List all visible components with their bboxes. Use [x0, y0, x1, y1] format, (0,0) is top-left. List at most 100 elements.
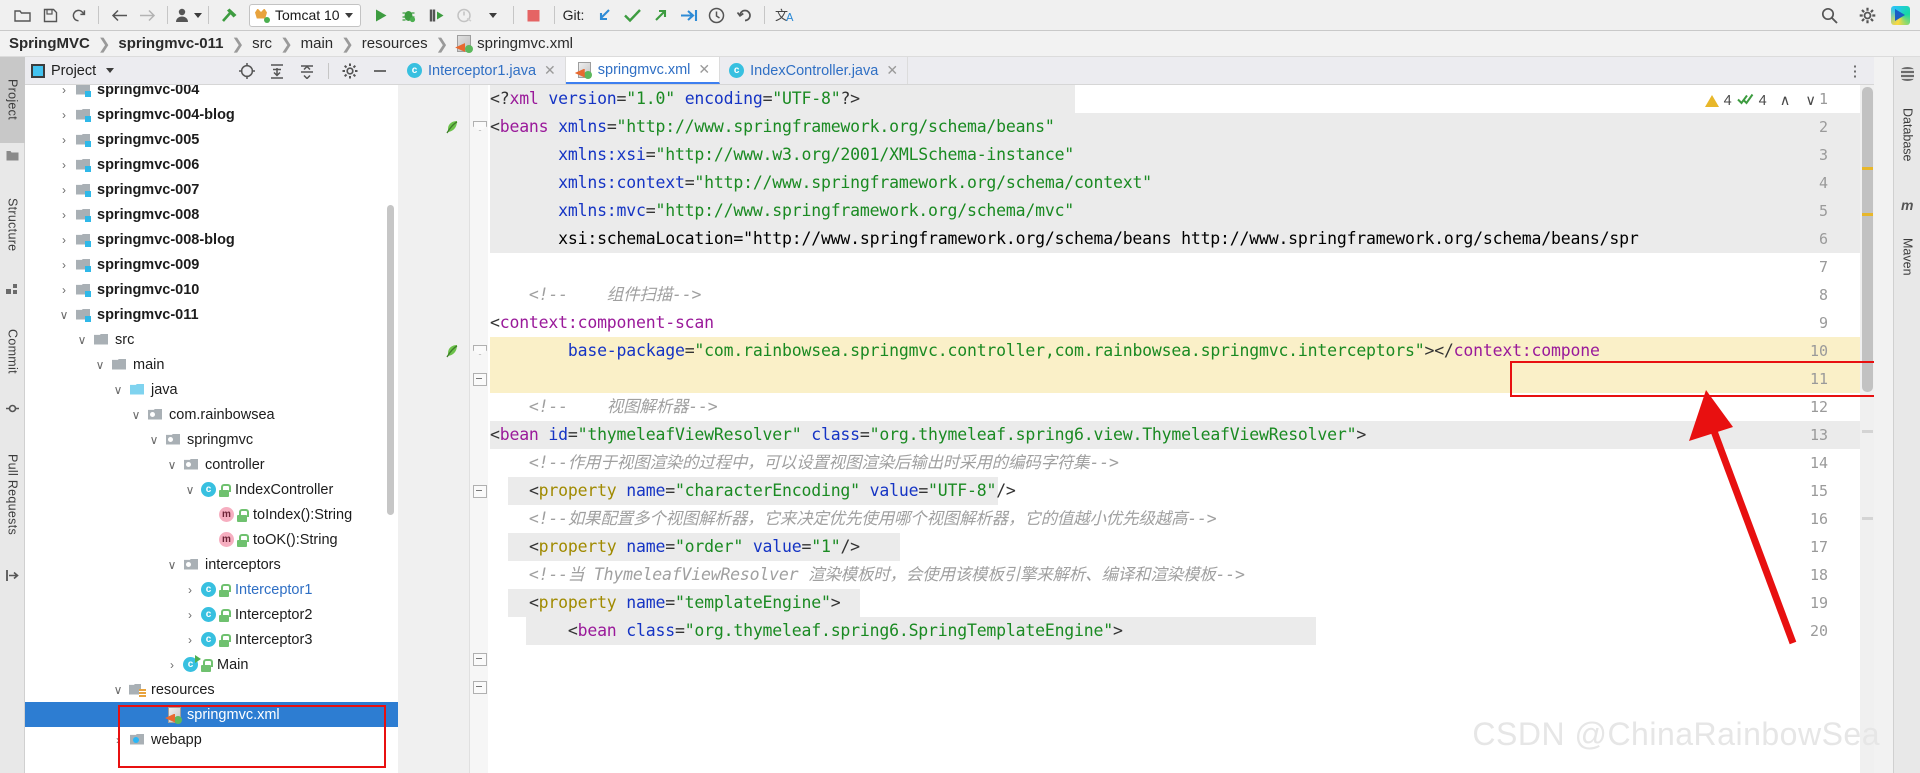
tree-twisty-icon[interactable]: › [111, 733, 125, 747]
close-icon[interactable]: ✕ [544, 62, 556, 79]
gear-icon[interactable] [1853, 3, 1881, 29]
fold-marker[interactable] [472, 372, 487, 386]
tree-item-springmvc-004[interactable]: › springmvc-004 [25, 85, 398, 102]
tree-twisty-icon[interactable]: › [57, 108, 71, 122]
prev-problem-icon[interactable]: ∧ [1780, 93, 1791, 109]
collapse-all-icon[interactable] [295, 60, 319, 82]
select-opened-file-icon[interactable] [235, 60, 259, 82]
open-folder-icon[interactable] [8, 2, 36, 28]
code-line[interactable]: <property name="characterEncoding" value… [490, 477, 1016, 505]
tree-item-interceptors[interactable]: ∨ interceptors [25, 552, 398, 577]
breadcrumb-item-main[interactable]: main [300, 35, 335, 52]
code-line[interactable]: <bean id="thymeleafViewResolver" class="… [490, 421, 1366, 449]
tree-item-resources[interactable]: ∨ resources [25, 677, 398, 702]
tree-twisty-icon[interactable]: › [183, 608, 197, 622]
push-icon[interactable] [646, 2, 674, 28]
back-arrow-icon[interactable] [105, 2, 133, 28]
rollback-icon[interactable] [730, 2, 758, 28]
tree-twisty-icon[interactable]: › [57, 258, 71, 272]
sidebar-item-pull-requests[interactable]: Pull Requests [0, 427, 25, 562]
sidebar-item-maven[interactable]: Maven [1894, 217, 1920, 297]
tree-scrollbar[interactable] [387, 205, 394, 515]
fold-marker[interactable] [472, 344, 486, 358]
forward-arrow-icon[interactable] [133, 2, 161, 28]
gear-icon[interactable] [338, 60, 362, 82]
tab-indexcontroller-java[interactable]: c IndexController.java ✕ [720, 57, 909, 84]
code-line[interactable]: xmlns:context="http://www.springframewor… [490, 169, 1152, 197]
tree-item-springmvc-010[interactable]: › springmvc-010 [25, 277, 398, 302]
sync-icon[interactable] [64, 2, 92, 28]
tree-item-interceptor3[interactable]: › c Interceptor3 [25, 627, 398, 652]
tree-item-springmvc-004-blog[interactable]: › springmvc-004-blog [25, 102, 398, 127]
tree-twisty-icon[interactable]: ∨ [57, 308, 71, 322]
tree-item-main[interactable]: ∨ main [25, 352, 398, 377]
rebase-icon[interactable] [674, 2, 702, 28]
tree-twisty-icon[interactable]: › [57, 85, 71, 97]
history-clock-icon[interactable] [702, 2, 730, 28]
tree-item-interceptor2[interactable]: › c Interceptor2 [25, 602, 398, 627]
tree-twisty-icon[interactable]: › [183, 583, 197, 597]
profiler-icon[interactable] [174, 2, 202, 28]
stop-icon[interactable] [520, 2, 548, 28]
code-line[interactable]: <!-- 视图解析器--> [490, 393, 718, 421]
tab-springmvc-xml[interactable]: springmvc.xml ✕ [565, 57, 721, 84]
tree-item-java[interactable]: ∨ java [25, 377, 398, 402]
tree-item-springmvc-009[interactable]: › springmvc-009 [25, 252, 398, 277]
fold-marker[interactable] [472, 120, 486, 134]
tree-item-springmvc-008[interactable]: › springmvc-008 [25, 202, 398, 227]
editor-fold-gutter[interactable] [470, 85, 488, 773]
code-line[interactable]: <!--作用于视图渲染的过程中，可以设置视图渲染后输出时采用的编码字符集--> [490, 449, 1119, 477]
run-icon[interactable] [367, 2, 395, 28]
search-icon[interactable] [1815, 3, 1843, 29]
tree-twisty-icon[interactable]: ∨ [111, 383, 125, 397]
code-editor[interactable]: 1 2 3 4 5 6 7 8 9 10 11 12 13 14 15 16 17 18 19 20 <?xml ve… [398, 85, 1874, 773]
code-line[interactable]: xsi:schemaLocation="http://www.springfra… [490, 225, 1639, 253]
commit-checkmark-icon[interactable] [618, 2, 646, 28]
tree-item-com-rainbowsea[interactable]: ∨ com.rainbowsea [25, 402, 398, 427]
tree-item-took-string[interactable]: >mtoOK():String [25, 527, 398, 552]
tree-twisty-icon[interactable]: ∨ [147, 433, 161, 447]
fold-marker[interactable] [472, 680, 487, 694]
code-line[interactable]: <property name="templateEngine"> [490, 589, 841, 617]
tree-twisty-icon[interactable]: › [57, 183, 71, 197]
breadcrumb-item-src[interactable]: src [251, 35, 273, 52]
sidebar-item-commit[interactable]: Commit [0, 307, 25, 395]
breadcrumb-item-module[interactable]: springmvc-011 [117, 35, 224, 52]
code-line[interactable]: <?xml version="1.0" encoding="UTF-8"?> [490, 85, 860, 113]
tree-item-springmvc-007[interactable]: › springmvc-007 [25, 177, 398, 202]
tree-item-springmvc-006[interactable]: › springmvc-006 [25, 152, 398, 177]
tree-item-main[interactable]: › c Main [25, 652, 398, 677]
editor-scrollbar-thumb[interactable] [1862, 87, 1873, 392]
save-icon[interactable] [36, 2, 64, 28]
sidebar-item-database[interactable]: Database [1894, 87, 1920, 182]
tree-item-springmvc-011[interactable]: ∨ springmvc-011 [25, 302, 398, 327]
run-configuration-selector[interactable]: Tomcat 10 [249, 3, 361, 27]
code-line[interactable]: base-package="com.rainbowsea.springmvc.c… [490, 337, 1600, 365]
fold-marker[interactable] [472, 652, 487, 666]
next-problem-icon[interactable]: ∨ [1805, 93, 1816, 109]
tree-twisty-icon[interactable]: ∨ [183, 483, 197, 497]
tree-twisty-icon[interactable]: › [183, 633, 197, 647]
tree-item-springmvc-xml[interactable]: >springmvc.xml [25, 702, 398, 727]
inspection-widget[interactable]: 4 4 ∧ ∨ [1704, 90, 1816, 112]
tree-twisty-icon[interactable]: ∨ [129, 408, 143, 422]
tree-twisty-icon[interactable]: › [57, 233, 71, 247]
tree-twisty-icon[interactable]: ∨ [111, 683, 125, 697]
code-line[interactable]: <beans xmlns="http://www.springframework… [490, 113, 1055, 141]
tree-item-springmvc[interactable]: ∨ springmvc [25, 427, 398, 452]
close-icon[interactable]: ✕ [698, 61, 710, 78]
debug-icon[interactable] [395, 2, 423, 28]
tree-item-src[interactable]: ∨ src [25, 327, 398, 352]
sidebar-item-structure[interactable]: Structure [0, 172, 25, 277]
fold-marker[interactable] [472, 484, 487, 498]
tree-item-controller[interactable]: ∨ controller [25, 452, 398, 477]
update-project-icon[interactable] [590, 2, 618, 28]
breadcrumb-item-resources[interactable]: resources [361, 35, 429, 52]
code-line[interactable]: <context:component-scan [490, 309, 714, 337]
translate-icon[interactable]: 文A [771, 2, 799, 28]
tree-item-interceptor1[interactable]: › c Interceptor1 [25, 577, 398, 602]
profile-icon[interactable] [451, 2, 479, 28]
more-tabs-icon[interactable]: ⋮ [1848, 62, 1865, 80]
hide-icon[interactable] [368, 60, 392, 82]
tree-twisty-icon[interactable]: ∨ [93, 358, 107, 372]
